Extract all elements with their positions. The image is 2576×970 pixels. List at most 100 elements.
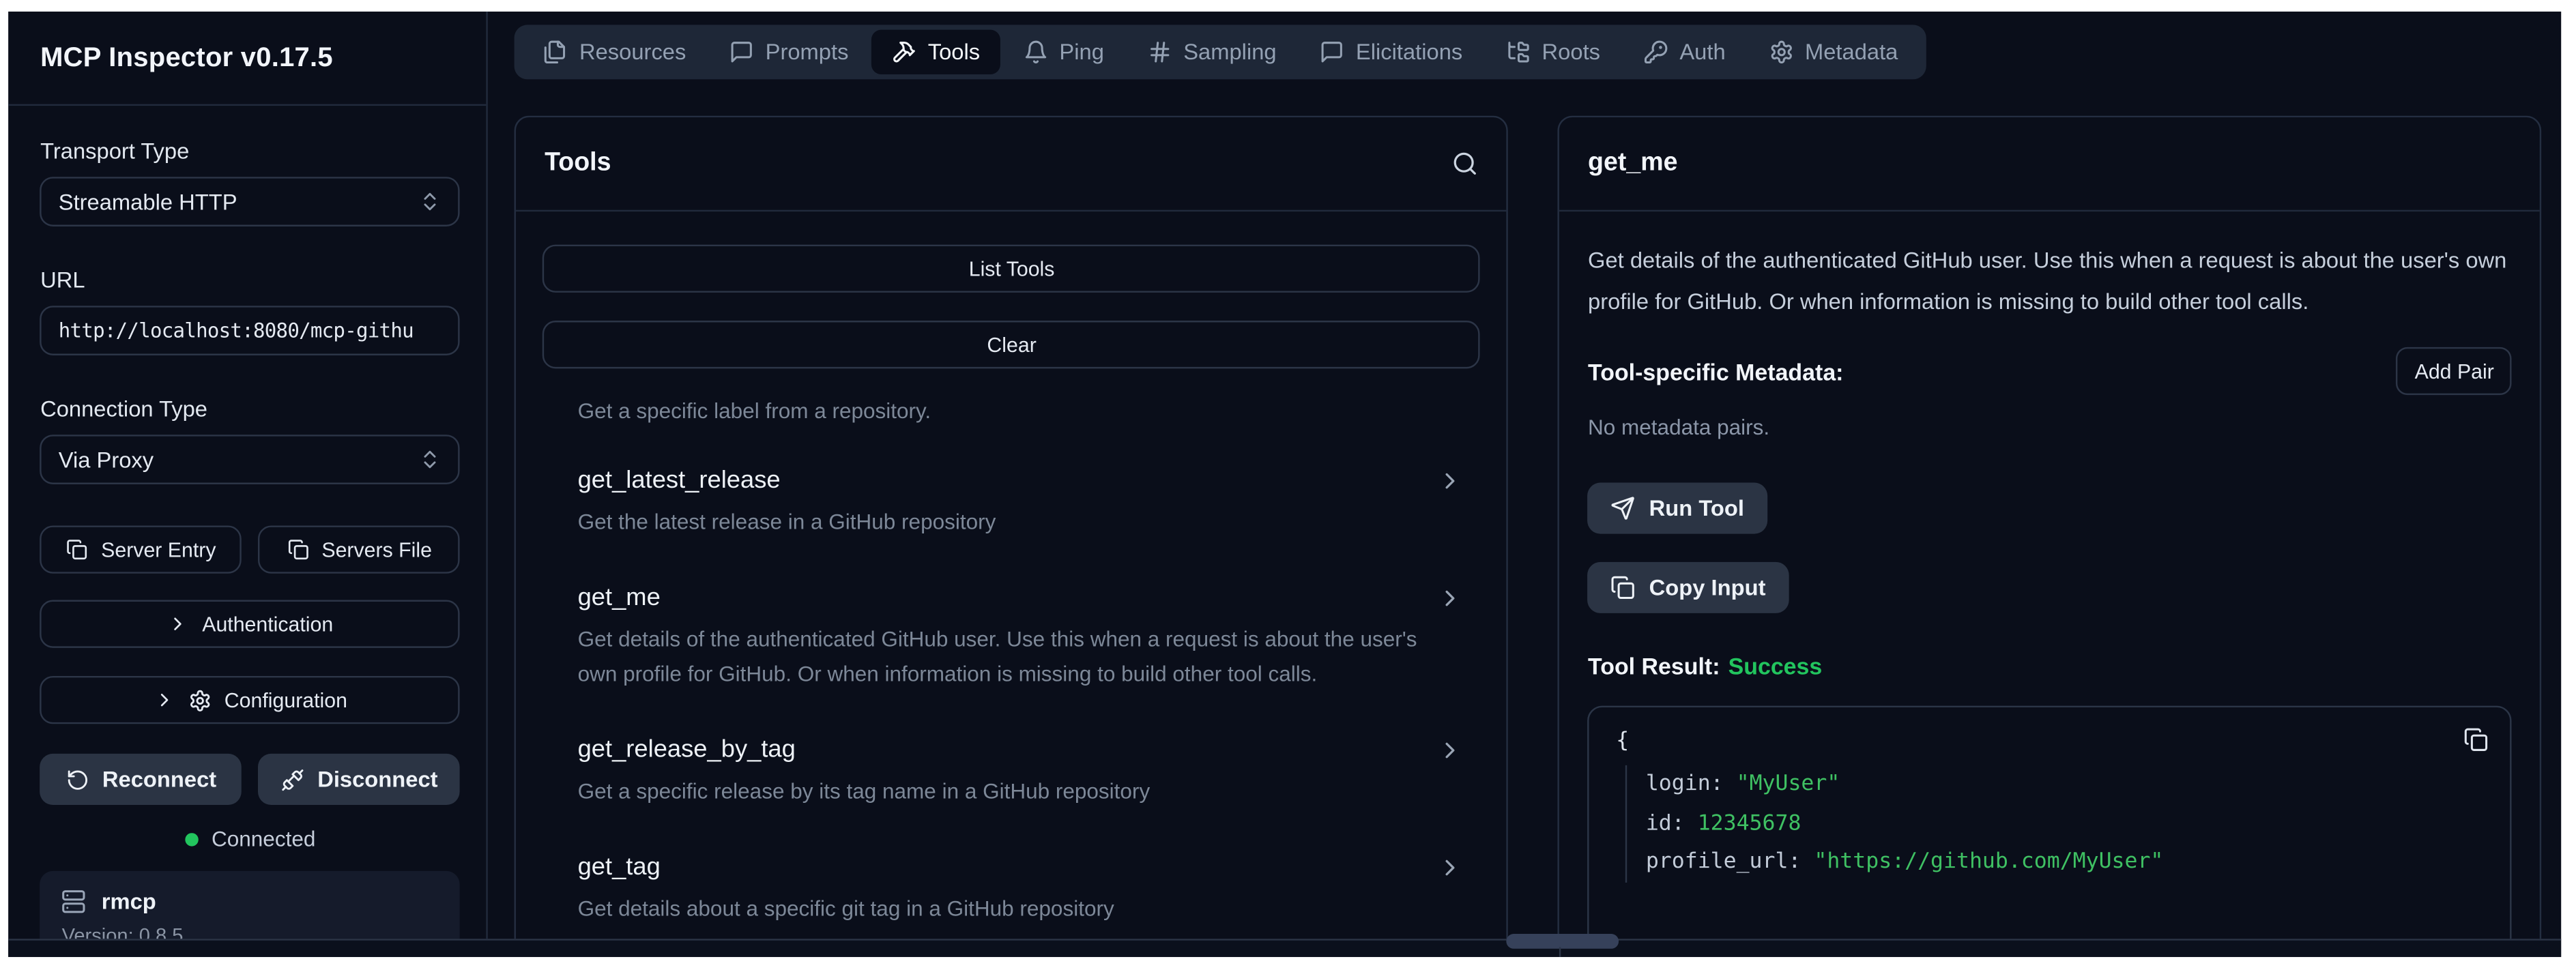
reconnect-label: Reconnect [102,767,216,792]
tool-list-item-get_latest_release[interactable]: get_latest_release Get the latest releas… [543,467,1481,541]
tab-ping[interactable]: Ping [1003,31,1124,75]
page: MCP Inspector v0.17.5 Transport Type Str… [0,0,2576,970]
json-open-brace: { [1616,729,2484,754]
send-icon [1611,497,1636,521]
json-lines: login: "MyUser" id: 12345678 profile_url… [1626,766,2485,883]
message-square-icon [729,40,753,65]
gear-icon [188,689,212,712]
json-line: profile_url: "https://github.com/MyUser" [1646,844,2484,883]
sidebar: MCP Inspector v0.17.5 Transport Type Str… [9,12,489,939]
servers-file-button[interactable]: Servers File [259,526,461,574]
key-icon [1643,40,1668,65]
url-label: URL [40,268,460,293]
tool-list-item-get_release_by_tag[interactable]: get_release_by_tag Get a specific releas… [543,735,1481,810]
server-entry-label: Server Entry [101,539,216,562]
sidebar-header: MCP Inspector v0.17.5 [9,12,487,106]
tool-partial-description: Get a specific label from a repository. [543,399,1481,424]
hash-icon [1147,40,1172,65]
json-line: id: 12345678 [1646,805,2484,844]
add-pair-button[interactable]: Add Pair [2397,348,2512,396]
tool-result-label: Tool Result: [1588,653,1720,680]
connected-dot-icon [185,833,198,846]
list-tools-button[interactable]: List Tools [543,246,1481,293]
tab-elicitations[interactable]: Elicitations [1300,31,1483,75]
chevron-right-icon [1438,854,1464,881]
tab-roots[interactable]: Roots [1486,31,1620,75]
tool-detail-header: get_me [1560,118,2541,212]
chevron-right-icon [154,690,175,711]
transport-type-value: Streamable HTTP [59,190,237,214]
panel-divider[interactable] [1509,117,1559,940]
tabbar: Resources Prompts Tools Ping Sampling El… [515,25,1926,80]
chevrons-up-down-icon [419,449,442,472]
panels: Tools List Tools Clear Get a specific la… [489,117,2562,940]
hammer-icon [891,40,916,65]
panel-divider-line [1560,947,1561,956]
tab-sampling[interactable]: Sampling [1127,31,1297,75]
tab-resources[interactable]: Resources [523,31,706,75]
copy-icon[interactable] [2464,728,2489,752]
transport-type-label: Transport Type [40,139,460,164]
copy-icon [1611,576,1636,600]
server-name: rmcp [102,890,156,915]
disconnect-label: Disconnect [317,767,437,792]
chevron-right-icon [1438,585,1464,612]
chevron-right-icon [167,614,188,635]
bottom-scrollbar-track [9,939,2562,956]
result-json-viewer: { login: "MyUser" id: 12345678 profile_u… [1588,706,2512,939]
tools-panel: Tools List Tools Clear Get a specific la… [515,117,1508,940]
configuration-button[interactable]: Configuration [40,677,460,724]
tool-description: Get details of the authenticated GitHub … [1588,242,2512,325]
folder-tree-icon [1505,40,1530,65]
url-value: http://localhost:8080/mcp-githu [59,320,414,343]
run-tool-label: Run Tool [1649,497,1744,521]
files-icon [543,40,568,65]
run-tool-button[interactable]: Run Tool [1588,483,1767,534]
url-input[interactable]: http://localhost:8080/mcp-githu [40,306,460,356]
tool-list: get_latest_release Get the latest releas… [543,467,1481,939]
chevron-right-icon [1438,737,1464,763]
connection-type-value: Via Proxy [59,447,154,472]
tools-panel-header: Tools [517,118,1507,212]
tools-list-body: List Tools Clear Get a specific label fr… [517,212,1507,939]
tool-list-item-get_tag[interactable]: get_tag Get details about a specific git… [543,852,1481,926]
clear-button[interactable]: Clear [543,321,1481,369]
connection-status: Connected [40,827,460,851]
authentication-label: Authentication [202,613,333,636]
copy-icon [287,540,308,561]
tool-detail-body: Get details of the authenticated GitHub … [1560,212,2541,939]
tab-auth[interactable]: Auth [1623,31,1746,75]
configuration-label: Configuration [225,689,347,712]
copy-input-label: Copy Input [1649,576,1766,600]
panel-resize-handle[interactable] [1507,934,1619,949]
connection-type-select[interactable]: Via Proxy [40,435,460,485]
tab-prompts[interactable]: Prompts [709,31,868,75]
mcp-inspector-app: MCP Inspector v0.17.5 Transport Type Str… [9,12,2562,956]
chevron-right-icon [1438,469,1464,495]
copy-input-button[interactable]: Copy Input [1588,563,1789,614]
message-square-icon [1320,40,1344,65]
main-content: Resources Prompts Tools Ping Sampling El… [489,12,2562,939]
tab-metadata[interactable]: Metadata [1749,31,1918,75]
tools-panel-title: Tools [545,149,611,179]
server-icon [62,890,87,915]
server-entry-button[interactable]: Server Entry [40,526,242,574]
json-line: login: "MyUser" [1646,766,2484,805]
tool-result-status: Success [1728,653,1823,680]
unplug-icon [281,768,304,791]
authentication-button[interactable]: Authentication [40,600,460,648]
reconnect-button[interactable]: Reconnect [40,754,242,806]
no-metadata-text: No metadata pairs. [1588,415,2512,440]
rotate-ccw-icon [66,768,89,791]
search-icon[interactable] [1452,151,1479,177]
connection-status-text: Connected [212,827,315,851]
tool-detail-panel: get_me Get details of the authenticated … [1558,117,2542,940]
copy-icon [66,540,87,561]
transport-type-select[interactable]: Streamable HTTP [40,177,460,227]
tool-list-item-get_me[interactable]: get_me Get details of the authenticated … [543,584,1481,692]
disconnect-button[interactable]: Disconnect [259,754,461,806]
sidebar-body: Transport Type Streamable HTTP URL http:… [9,106,487,956]
tab-tools[interactable]: Tools [871,31,1000,75]
bell-icon [1023,40,1047,65]
servers-file-label: Servers File [321,539,432,562]
